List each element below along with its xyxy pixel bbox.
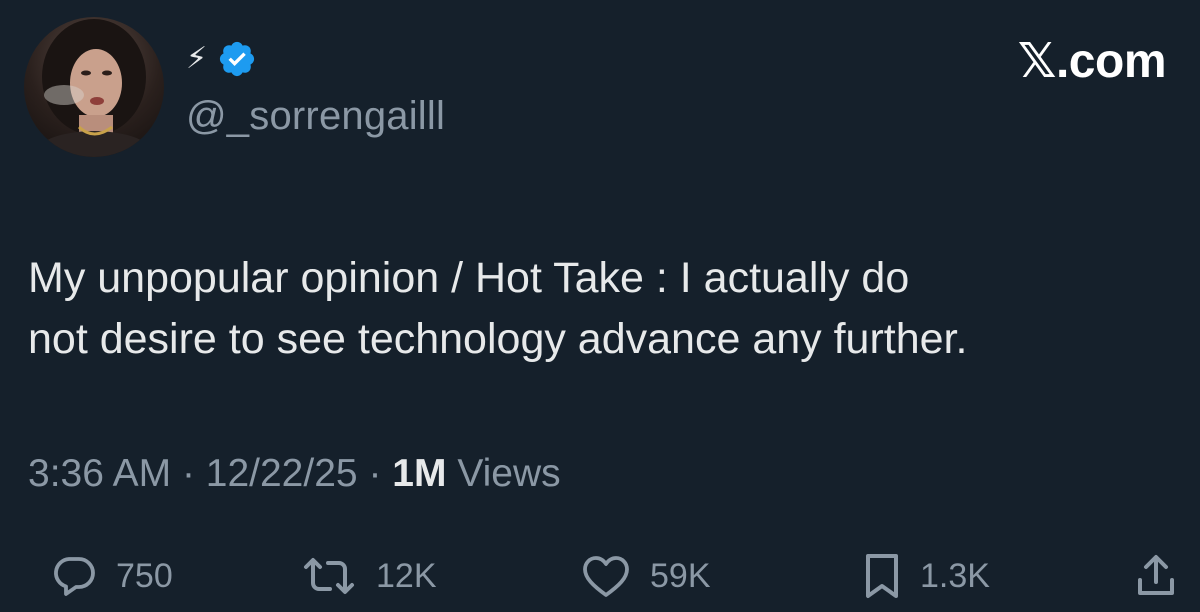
bookmark-count: 1.3K <box>920 557 990 595</box>
tweet-text-line: not desire to see technology advance any… <box>28 315 968 363</box>
tweet-text-line: My unpopular opinion / Hot Take : I actu… <box>28 254 910 302</box>
like-button[interactable]: 59K <box>580 548 711 604</box>
avatar[interactable] <box>24 17 164 157</box>
like-count: 59K <box>650 557 711 595</box>
tweet-date[interactable]: 12/22/25 <box>206 452 358 495</box>
like-icon <box>580 552 632 600</box>
brand-watermark: 𝕏.com <box>1017 35 1167 88</box>
tweet-time[interactable]: 3:36 AM <box>28 452 171 495</box>
avatar-image <box>34 19 154 157</box>
bookmark-icon <box>862 551 902 601</box>
share-button[interactable] <box>1134 548 1178 604</box>
author-display-name[interactable]: ⚡ <box>186 44 207 74</box>
bookmark-button[interactable]: 1.3K <box>862 548 990 604</box>
reply-count: 750 <box>116 557 173 595</box>
reply-icon <box>50 552 98 600</box>
tweet-text: My unpopular opinion / Hot Take : I actu… <box>28 248 1178 370</box>
views-count: 1M <box>392 452 447 495</box>
action-bar: 750 12K 59K 1.3K <box>0 548 1200 604</box>
repost-icon <box>300 552 358 600</box>
verified-badge-icon <box>217 39 257 79</box>
repost-button[interactable]: 12K <box>300 548 437 604</box>
author-name-row[interactable]: ⚡ <box>186 38 257 80</box>
share-icon <box>1134 552 1178 600</box>
author-handle[interactable]: @_sorrengailll <box>186 96 445 136</box>
meta-separator: · <box>368 452 382 495</box>
tweet-meta: 3:36 AM · 12/22/25 · 1M Views <box>28 454 561 493</box>
views-label: Views <box>457 452 561 495</box>
repost-count: 12K <box>376 557 437 595</box>
reply-button[interactable]: 750 <box>50 548 173 604</box>
meta-separator: · <box>181 452 195 495</box>
